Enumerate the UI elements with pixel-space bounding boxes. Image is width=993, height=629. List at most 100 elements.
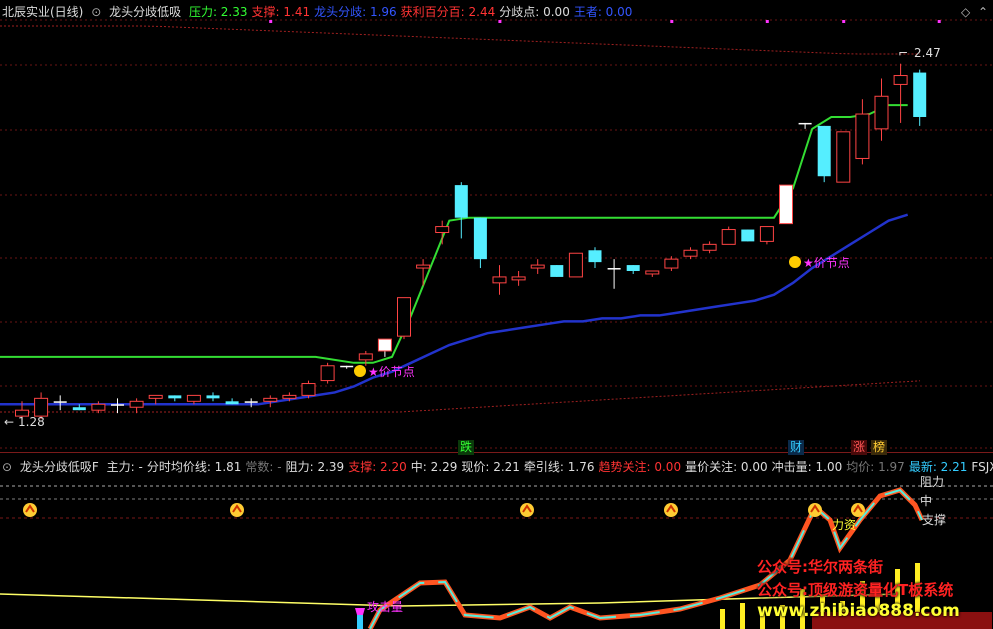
sub-indicator-values: 主力: - 分时均价线: 1.81 常数: - 阻力: 2.39 支撑: 2.20 中: …	[107, 460, 993, 474]
candle-38	[741, 229, 755, 242]
sub-item-1: 分时均价线: 1.81	[146, 460, 242, 474]
sub-item-4: 支撑: 2.20	[348, 460, 407, 474]
top-dot-4	[842, 20, 846, 23]
sub-indicator-toggle-icon[interactable]: ⊙	[2, 460, 12, 474]
smiley-icon	[354, 365, 366, 377]
label-zhong: 中	[920, 494, 933, 508]
candle-23	[454, 182, 468, 239]
candle-25	[492, 265, 507, 295]
candle-9	[186, 394, 201, 405]
caution-icon	[520, 503, 534, 517]
watermark-3: www.zhibiao888.com	[757, 601, 960, 621]
caution-icon	[808, 503, 822, 517]
candle-28	[550, 265, 564, 277]
sub-item-0: 主力: -	[106, 460, 143, 474]
signal-cai: 财	[788, 440, 805, 455]
support-line	[0, 213, 909, 406]
candle-31	[607, 259, 621, 289]
signal-bang: 榜	[871, 440, 888, 455]
candle-6	[129, 398, 144, 414]
caution-marker-5	[851, 503, 865, 517]
caution-icon	[664, 503, 678, 517]
upper-envelope	[0, 25, 920, 55]
node-marker-0: ★价节点	[354, 365, 415, 379]
candle-20	[397, 297, 411, 340]
attack-bar	[357, 615, 363, 629]
volume-bar-1	[740, 603, 745, 629]
candle-16	[320, 362, 335, 384]
sub-item-2: 常数: -	[245, 460, 282, 474]
candle-37	[721, 226, 736, 245]
candle-7	[148, 394, 163, 405]
candle-2	[53, 395, 67, 411]
caution-icon	[851, 503, 865, 517]
candle-33	[645, 270, 660, 277]
label-gongji: 攻击量	[367, 600, 404, 614]
caution-icon	[230, 503, 244, 517]
high-price-label: 2.47	[914, 46, 941, 60]
candle-42	[817, 125, 831, 183]
candle-12	[244, 398, 258, 408]
candle-35	[683, 247, 698, 260]
top-dot-3	[765, 20, 769, 23]
label-zhicheng: 支撑	[922, 513, 947, 527]
candle-44	[855, 99, 870, 165]
node-label: ★价节点	[368, 365, 415, 379]
candle-40	[779, 184, 793, 225]
sub-item-10: 冲击量: 1.00	[771, 460, 843, 474]
top-dot-2	[670, 20, 674, 23]
candle-15	[301, 380, 316, 399]
attack-marker-icon	[355, 608, 365, 625]
candle-11	[225, 398, 239, 405]
candle-39	[759, 226, 774, 245]
candle-27	[530, 259, 545, 274]
signal-die: 跌	[458, 440, 475, 455]
caution-icon	[23, 503, 37, 517]
candle-10	[206, 392, 220, 402]
sub-item-13: FSJX: 2.21	[971, 460, 993, 474]
watermark-1: 公众号:华尔两条街	[757, 558, 883, 576]
caution-marker-0	[23, 503, 37, 517]
node-marker-1: ★价节点	[789, 256, 850, 270]
label-zuli: 阻力	[920, 475, 945, 489]
sub-item-8: 趋势关注: 0.00	[598, 460, 682, 474]
candle-47	[913, 69, 927, 126]
candle-46	[893, 63, 908, 123]
main-chart[interactable]: 2.47 ⌐ 1.28 ← ★价节点 ★价节点	[0, 0, 993, 450]
smiley-icon	[789, 256, 801, 268]
top-dot-0	[269, 20, 273, 23]
caution-marker-1	[230, 503, 244, 517]
node-label: ★价节点	[803, 256, 850, 270]
low-arrow-icon: ←	[4, 415, 14, 429]
top-dot-5	[937, 20, 941, 23]
watermark-2: 公众号:顶级游资量化T板系统	[757, 581, 954, 599]
caution-marker-3	[664, 503, 678, 517]
sub-item-12: 最新: 2.21	[908, 460, 968, 474]
candle-45	[874, 78, 889, 141]
candle-19	[377, 338, 392, 357]
low-price-label: 1.28	[18, 415, 45, 429]
candle-32	[626, 265, 640, 274]
candle-17	[340, 365, 354, 369]
panel-divider	[0, 452, 993, 453]
candle-41	[798, 122, 812, 129]
candle-8	[168, 395, 182, 402]
caution-marker-4	[808, 503, 822, 517]
volume-bar-0	[720, 609, 725, 629]
sub-item-9: 量价关注: 0.00	[685, 460, 768, 474]
sub-item-6: 现价: 2.21	[461, 460, 520, 474]
candle-24	[473, 217, 487, 269]
sub-item-3: 阻力: 2.39	[285, 460, 345, 474]
candle-22	[435, 220, 450, 245]
sub-item-7: 牵引线: 1.76	[523, 460, 595, 474]
sub-item-11: 均价: 1.97	[846, 460, 905, 474]
caution-marker-2	[520, 503, 534, 517]
candle-29	[568, 252, 583, 278]
signal-zhang: 涨	[851, 440, 868, 455]
sub-indicator-name[interactable]: 龙头分歧低吸F	[20, 460, 99, 474]
high-arrow-icon: ⌐	[898, 46, 908, 60]
candle-26	[511, 271, 526, 286]
candle-43	[836, 131, 851, 183]
sub-chart-title-bar: ⊙ 龙头分歧低吸F 主力: - 分时均价线: 1.81 常数: - 阻力: 2.39 支…	[2, 459, 993, 475]
sub-item-5: 中: 2.29	[410, 460, 458, 474]
